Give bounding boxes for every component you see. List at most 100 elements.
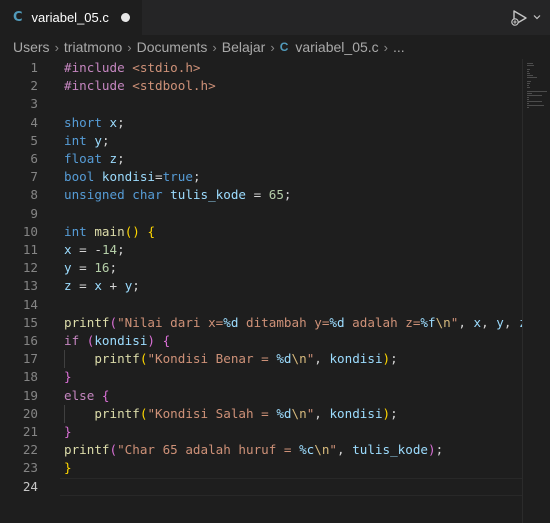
code-token: #include [64,60,133,75]
code-line[interactable]: 6 float z; [0,150,522,168]
breadcrumb-item-file[interactable]: variabel_05.c [295,39,378,55]
line-number: 19 [22,387,38,403]
line-number: 9 [30,205,38,221]
code-text: printf("Char 65 adalah huruf = %c\n", tu… [64,441,443,459]
code-line[interactable]: 18} [0,368,522,386]
code-token: 16 [94,260,110,276]
code-line[interactable]: 8 unsigned char tulis_kode = 65; [0,186,522,204]
code-line[interactable]: 16 if (kondisi) { [0,332,522,350]
code-editor[interactable]: 1 #include <stdio.h> 2 #include <stdbool.h>… [0,59,522,523]
line-number: 5 [30,132,38,148]
code-text: unsigned char tulis_kode = 65; [64,186,292,204]
code-token: "Nilai dari x= [117,314,224,330]
line-number: 1 [30,60,38,75]
code-token: kondisi [329,405,383,421]
code-token: " [329,442,338,458]
code-line[interactable]: 1 #include <stdio.h> [0,59,522,77]
code-line[interactable]: 11 x = -14; [0,241,522,259]
breadcrumb-item-triatmono[interactable]: triatmono [64,39,122,55]
code-token: kondisi [94,333,148,348]
code-token: true [162,169,193,185]
code-token: %d [276,405,292,421]
minimap-line [527,101,542,102]
run-debug-icon[interactable] [509,8,531,28]
code-token: { [101,387,110,403]
breadcrumb-item-users[interactable]: Users [13,39,50,55]
code-token: = [71,242,95,257]
code-token: } [64,460,72,476]
c-file-icon: C [13,10,23,25]
minimap-line [527,107,529,108]
minimap-line [527,87,531,88]
code-line[interactable]: 19 else { [0,387,522,405]
code-token: \n [314,442,330,458]
code-token: %f [420,314,436,330]
code-line[interactable]: 5 int y; [0,132,522,150]
code-token: z [109,151,118,166]
code-line[interactable]: 24 [0,478,522,496]
code-token: , [314,351,330,367]
code-line[interactable]: 13 z = x + y; [0,277,522,295]
breadcrumb-more[interactable]: ... [393,39,405,55]
code-line[interactable]: 12 y = 16; [0,259,522,277]
code-token: kondisi [329,351,383,367]
code-token: , [503,314,520,330]
code-line[interactable]: 9 [0,205,522,223]
line-number: 4 [30,114,38,130]
code-token: y [496,314,504,330]
code-token: <stdbool.h> [132,78,216,94]
minimap-line [527,63,533,64]
line-number: 22 [22,442,38,458]
code-line[interactable]: 20 printf("Kondisi Salah = %d\n", kondis… [0,405,522,423]
code-token: { [162,333,171,348]
code-token: x [64,242,72,257]
chevron-right-icon: › [127,39,132,55]
code-token: \n [291,351,307,367]
code-token: x [473,314,482,330]
code-token: short [64,114,110,130]
minimap-line [527,103,529,104]
code-token: tulis_kode [352,442,429,458]
minimap[interactable] [522,59,550,523]
code-line[interactable]: 15 printf("Nilai dari x=%d ditambah y=%d … [0,314,522,332]
chevron-down-icon[interactable] [533,13,541,21]
minimap-line [527,71,529,72]
code-token: %c [299,442,315,458]
code-line[interactable]: 22 printf("Char 65 adalah huruf = %c\n", … [0,441,522,459]
code-line[interactable]: 3 [0,95,522,113]
code-token: tulis_kode [170,187,246,203]
line-number: 18 [22,369,38,385]
code-text: bool kondisi=true; [64,168,201,186]
code-token: , [458,314,474,330]
code-line[interactable]: 7 bool kondisi=true; [0,168,522,186]
code-token: printf [64,314,110,330]
code-token: "Kondisi Benar = [147,351,277,367]
code-token: - [94,242,102,257]
code-token: , [337,442,353,458]
code-token: z [64,278,72,294]
chevron-right-icon: › [383,39,388,55]
line-number: 24 [22,478,38,494]
tab-variabel-05[interactable]: C variabel_05.c [0,0,142,35]
code-line[interactable]: 10 int main() { [0,223,522,241]
code-token: ; [132,278,140,294]
minimap-line [527,69,530,70]
code-token: y [64,260,72,276]
code-token: "Kondisi Salah = [147,405,277,421]
chevron-right-icon: › [212,39,217,55]
unsaved-dot-icon[interactable] [121,13,130,22]
code-text: x = -14; [64,241,125,259]
code-token: ; [390,351,398,367]
line-number: 15 [22,314,38,330]
code-line[interactable]: 21} [0,423,522,441]
code-token: 14 [101,242,118,257]
breadcrumb-item-belajar[interactable]: Belajar [222,39,266,55]
code-line[interactable]: 14 [0,296,522,314]
breadcrumb: Users › triatmono › Documents › Belajar … [0,35,550,59]
breadcrumb-item-documents[interactable]: Documents [137,39,208,55]
code-line[interactable]: 4 short x; [0,114,522,132]
code-token: = [71,278,95,294]
code-line[interactable]: 2 #include <stdbool.h> [0,77,522,95]
code-line[interactable]: 23} [0,459,522,477]
code-line[interactable]: 17 printf("Kondisi Benar = %d\n", kondis… [0,350,522,368]
